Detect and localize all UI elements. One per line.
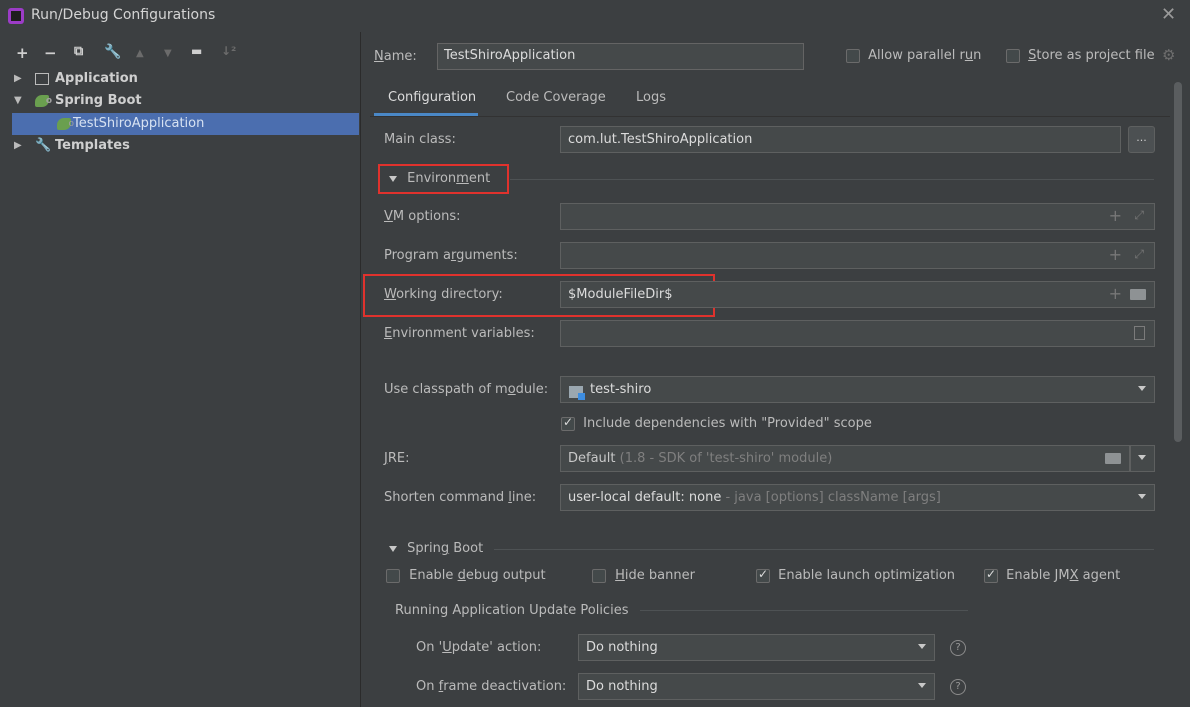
jre-select[interactable]: Default (1.8 - SDK of 'test-shiro' modul… bbox=[560, 445, 1130, 472]
main-class-input[interactable]: com.lut.TestShiroApplication bbox=[560, 126, 1121, 153]
expand-arrow-icon[interactable]: ▶ bbox=[14, 68, 22, 90]
wrench-icon[interactable]: 🔧 bbox=[104, 44, 121, 60]
window-title: Run/Debug Configurations bbox=[31, 7, 216, 23]
collapse-triangle-icon bbox=[389, 545, 397, 552]
program-arguments-label: Program arguments: bbox=[384, 248, 518, 263]
policies-divider bbox=[640, 610, 968, 611]
tab-logs[interactable]: Logs bbox=[636, 90, 666, 105]
environment-divider bbox=[510, 179, 1154, 180]
folder-icon[interactable] bbox=[1130, 289, 1146, 300]
jre-dropdown-button[interactable] bbox=[1130, 445, 1155, 472]
include-provided-dependencies-checkbox[interactable]: Include dependencies with "Provided" sco… bbox=[561, 415, 872, 431]
store-project-checkbox-box[interactable] bbox=[1006, 48, 1020, 63]
tree-item-templates[interactable]: ▶ 🔧 Templates bbox=[0, 135, 361, 157]
enable-debug-output-checkbox[interactable]: Enable debug output bbox=[386, 568, 546, 583]
application-icon bbox=[35, 72, 49, 85]
intellij-app-icon bbox=[8, 8, 24, 24]
browse-main-class-button[interactable]: ... bbox=[1128, 126, 1155, 153]
expand-icon[interactable]: ⤢ bbox=[1134, 208, 1144, 223]
on-frame-deactivation-label: On frame deactivation: bbox=[416, 679, 567, 694]
environment-section-toggle[interactable]: Environment bbox=[389, 171, 490, 186]
allow-parallel-run-checkbox[interactable]: Allow parallel run bbox=[846, 48, 981, 63]
shorten-command-line-select[interactable]: user-local default: none - java [options… bbox=[560, 484, 1155, 511]
move-down-icon[interactable]: ▼ bbox=[164, 48, 172, 59]
spring-boot-section-toggle[interactable]: Spring Boot bbox=[389, 541, 483, 556]
vm-options-label: VM options: bbox=[384, 209, 461, 224]
wrench-icon: 🔧 bbox=[35, 138, 52, 153]
environment-variables-label: Environment variables: bbox=[384, 326, 535, 341]
help-icon[interactable]: ? bbox=[950, 679, 966, 695]
chevron-down-icon bbox=[1138, 386, 1146, 391]
launch-optimization-checkbox-box[interactable] bbox=[756, 567, 770, 583]
module-icon bbox=[569, 385, 585, 400]
jre-label: JRE: bbox=[384, 451, 410, 466]
include-deps-checkbox-box[interactable] bbox=[561, 415, 575, 431]
working-directory-input[interactable]: $ModuleFileDir$ + bbox=[560, 281, 1155, 308]
plus-icon[interactable]: + bbox=[1109, 284, 1122, 303]
vm-options-input[interactable]: + ⤢ bbox=[560, 203, 1155, 230]
copy-icon[interactable]: ⧉ bbox=[74, 44, 83, 59]
expand-icon[interactable]: ⤢ bbox=[1134, 247, 1144, 262]
gear-icon[interactable]: ⚙ bbox=[1162, 46, 1175, 64]
tab-code-coverage[interactable]: Code Coverage bbox=[506, 90, 606, 105]
enable-jmx-agent-checkbox[interactable]: Enable JMX agent bbox=[984, 567, 1120, 583]
on-update-action-label: On 'Update' action: bbox=[416, 640, 542, 655]
shorten-command-line-label: Shorten command line: bbox=[384, 490, 537, 505]
remove-icon[interactable]: − bbox=[44, 44, 57, 62]
tree-item-testshiroapplication[interactable]: TestShiroApplication bbox=[12, 113, 359, 135]
tree-item-application[interactable]: ▶ Application bbox=[0, 68, 361, 90]
folder-add-icon[interactable]: ▬ bbox=[191, 44, 202, 58]
active-tab-indicator bbox=[374, 113, 478, 116]
tree-item-spring-boot[interactable]: ▼ Spring Boot bbox=[0, 90, 361, 112]
chevron-down-icon bbox=[1138, 455, 1146, 460]
hide-banner-checkbox[interactable]: Hide banner bbox=[592, 568, 695, 583]
name-label: Name: bbox=[374, 49, 417, 64]
collapse-arrow-icon[interactable]: ▼ bbox=[14, 90, 22, 112]
help-icon[interactable]: ? bbox=[950, 640, 966, 656]
environment-variables-input[interactable] bbox=[560, 320, 1155, 347]
update-policies-title: Running Application Update Policies bbox=[395, 603, 629, 618]
on-frame-deactivation-select[interactable]: Do nothing bbox=[578, 673, 935, 700]
spring-boot-icon bbox=[35, 90, 52, 112]
chevron-down-icon bbox=[918, 644, 926, 649]
move-up-icon[interactable]: ▲ bbox=[136, 48, 144, 59]
jmx-agent-checkbox-box[interactable] bbox=[984, 567, 998, 583]
debug-checkbox-box[interactable] bbox=[386, 568, 400, 583]
spring-boot-icon bbox=[57, 113, 74, 135]
classpath-module-select[interactable]: test-shiro bbox=[560, 376, 1155, 403]
close-icon[interactable]: ✕ bbox=[1161, 4, 1176, 25]
chevron-down-icon bbox=[1138, 494, 1146, 499]
sort-icon[interactable]: ↓² bbox=[221, 44, 236, 58]
plus-icon[interactable]: + bbox=[1109, 245, 1122, 264]
plus-icon[interactable]: + bbox=[1109, 206, 1122, 225]
enable-launch-optimization-checkbox[interactable]: Enable launch optimization bbox=[756, 567, 955, 583]
vertical-scrollbar[interactable] bbox=[1174, 82, 1182, 442]
hide-banner-checkbox-box[interactable] bbox=[592, 568, 606, 583]
collapse-triangle-icon bbox=[389, 175, 397, 182]
folder-icon[interactable] bbox=[1105, 453, 1121, 464]
allow-parallel-checkbox-box[interactable] bbox=[846, 48, 860, 63]
tab-configuration[interactable]: Configuration bbox=[388, 90, 476, 105]
add-icon[interactable]: + bbox=[16, 44, 29, 62]
edit-variables-icon[interactable] bbox=[1134, 326, 1145, 340]
working-directory-label: Working directory: bbox=[384, 287, 503, 302]
on-update-action-select[interactable]: Do nothing bbox=[578, 634, 935, 661]
store-as-project-file-checkbox[interactable]: Store as project file bbox=[1006, 48, 1155, 63]
program-arguments-input[interactable]: + ⤢ bbox=[560, 242, 1155, 269]
expand-arrow-icon[interactable]: ▶ bbox=[14, 135, 22, 157]
classpath-module-label: Use classpath of module: bbox=[384, 382, 549, 397]
chevron-down-icon bbox=[918, 683, 926, 688]
name-input[interactable]: TestShiroApplication bbox=[437, 43, 804, 70]
main-class-label: Main class: bbox=[384, 132, 456, 147]
spring-boot-divider bbox=[494, 549, 1154, 550]
tab-bar: Configuration Code Coverage Logs bbox=[370, 83, 1170, 117]
